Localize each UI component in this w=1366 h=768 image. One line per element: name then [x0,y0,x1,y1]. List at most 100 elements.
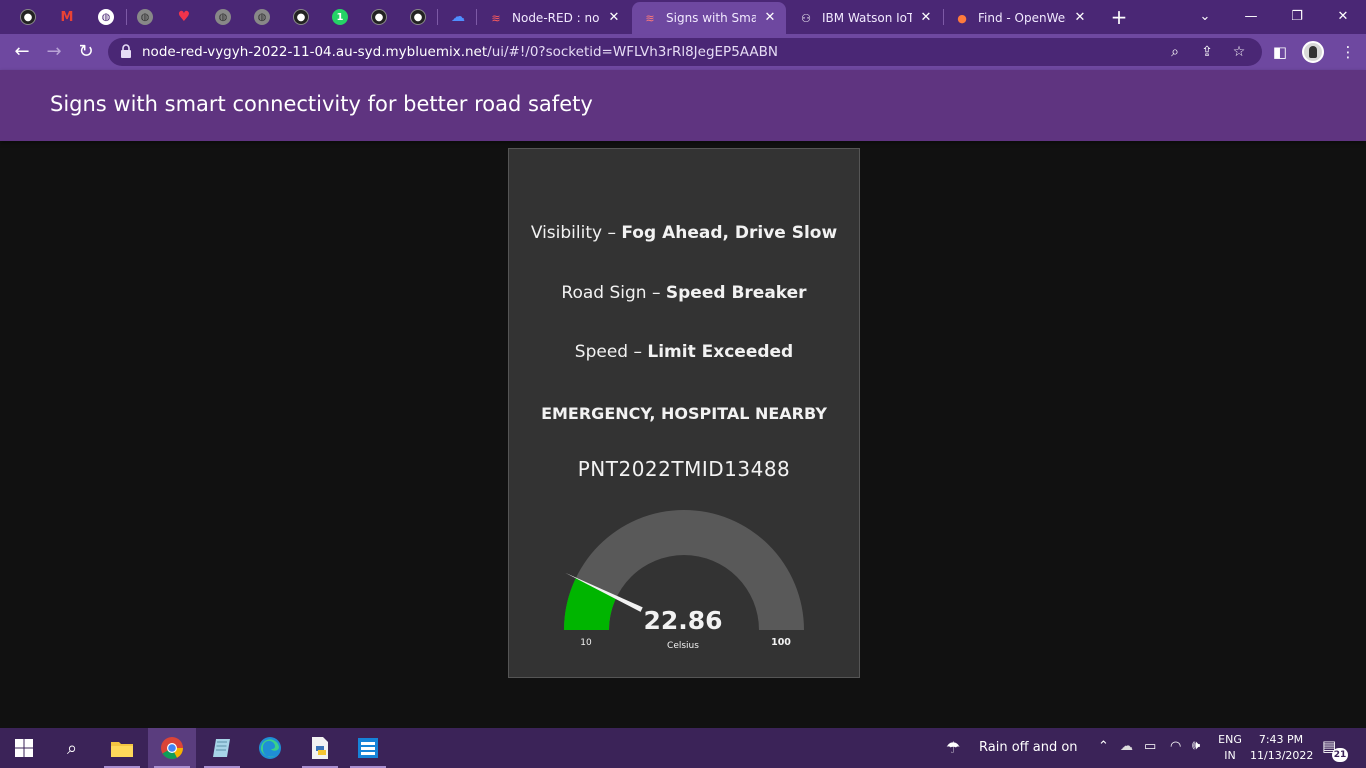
separator: – [651,283,661,303]
pinned-tab-heart[interactable]: ♥ [166,4,202,30]
gauge-max-label: 100 [771,637,791,648]
search-icon[interactable]: ⌕ [48,728,96,768]
dashboard-icon: ≋ [645,11,655,25]
tab-separator [437,9,438,25]
visibility-text: Visibility – Fog Ahead, Drive Slow [509,223,859,243]
close-tab-icon[interactable]: ✕ [762,10,778,26]
pinned-tab-web-3[interactable]: ◍ [205,4,241,30]
github-icon: ● [20,9,36,25]
tab-search-icon[interactable]: ⌄ [1182,0,1228,32]
device-id-text: PNT2022TMID13488 [577,457,791,481]
url-text: node-red-vygyh-2022-11-04.au-syd.mybluem… [142,44,778,60]
language-bottom[interactable]: IN [1216,749,1244,762]
emergency-text: EMERGENCY, HOSPITAL NEARBY [541,404,827,423]
back-icon[interactable]: ← [10,40,34,64]
tab-ibm-watson[interactable]: ⚇ IBM Watson IoT Platform ✕ [788,2,942,34]
gmail-icon: M [60,9,74,25]
temperature-gauge: 22.86 Celsius 10 100 [564,510,804,651]
chrome-icon[interactable] [148,728,196,768]
menu-kebab-icon[interactable]: ⋮ [1338,42,1358,62]
bookmark-star-icon[interactable]: ☆ [1230,43,1248,61]
url-host: node-red-vygyh-2022-11-04.au-syd.mybluem… [142,44,488,60]
github-icon: ● [410,9,426,25]
close-tab-icon[interactable]: ✕ [918,10,934,26]
pinned-tab-gmail[interactable]: M [49,4,85,30]
watson-iot-icon: ⚇ [801,11,811,25]
gauge-min-label: 10 [580,638,592,648]
close-tab-icon[interactable]: ✕ [606,10,622,26]
close-tab-icon[interactable]: ✕ [1072,10,1088,26]
zoom-icon[interactable]: ⌕ [1166,43,1184,61]
chevron-up-icon[interactable]: ⌃ [1098,739,1109,754]
tab-openweather[interactable]: ● Find - OpenWeatherMap ✕ [944,2,1096,34]
pinned-tab-github-4[interactable]: ● [400,4,436,30]
openweather-icon: ● [957,11,967,25]
pinned-tab-github[interactable]: ● [10,4,46,30]
road-sign-label: Road Sign [561,283,647,303]
new-tab-icon[interactable]: + [1108,6,1130,28]
globe-icon: ◍ [137,9,153,25]
pinned-tab-web-4[interactable]: ◍ [244,4,280,30]
dashboard-card: Visibility – Fog Ahead, Drive Slow Road … [508,148,860,678]
minimize-icon[interactable]: — [1228,0,1274,32]
tab-separator [476,9,477,25]
python-file-icon[interactable] [296,728,344,768]
windows-logo-icon [15,739,33,757]
pinned-tab-whatsapp[interactable]: 1 [322,4,358,30]
globe-icon: ◍ [254,9,270,25]
road-sign-text: Road Sign – Speed Breaker [509,283,859,303]
edge-icon[interactable] [246,728,294,768]
browser-tab-strip: ● M ◍ ◍ ♥ ◍ ◍ ● 1 ● ● ☁ ≋ Node-RED : nod… [0,0,1366,34]
close-window-icon[interactable]: ✕ [1320,0,1366,32]
github-icon: ● [293,9,309,25]
url-path: /ui/#!/0?socketid=WFLVh3rRl8JegEP5AABN [487,44,778,60]
pinned-tab-github-2[interactable]: ● [283,4,319,30]
speed-value: Limit Exceeded [647,342,794,362]
visibility-label: Visibility [530,223,603,243]
forward-icon[interactable]: → [42,40,66,64]
restore-icon[interactable]: ❐ [1274,0,1320,32]
speed-text: Speed – Limit Exceeded [509,342,859,362]
cloud-sync-icon[interactable]: ☁ [1120,739,1133,754]
share-icon[interactable]: ⇪ [1198,43,1216,61]
store-app-icon[interactable] [344,728,392,768]
separator: – [633,342,642,362]
tab-signs-with-smart[interactable]: ≋ Signs with Smart connectivity ✕ [632,2,786,34]
visibility-value: Fog Ahead, Drive Slow [621,223,838,243]
wifi-icon[interactable]: ◠ [1170,739,1181,754]
browser-toolbar: ← → ↻ node-red-vygyh-2022-11-04.au-syd.m… [0,34,1366,70]
heart-icon: ♥ [177,9,191,25]
road-sign-value: Speed Breaker [665,283,807,303]
node-red-icon: ≋ [491,11,501,25]
pinned-tab-web[interactable]: ◍ [88,4,124,30]
dashboard-header: Signs with smart connectivity for better… [0,70,1366,141]
tab-title: Node-RED : node-red-vygyh-2022-11-04 [512,11,600,25]
pinned-tab-ibm[interactable]: ☁ [440,4,476,30]
pinned-tab-github-3[interactable]: ● [361,4,397,30]
start-button[interactable] [0,728,48,768]
volume-icon[interactable]: 🕪 [1192,738,1200,753]
address-bar[interactable]: node-red-vygyh-2022-11-04.au-syd.mybluem… [108,38,1262,66]
clock-time[interactable]: 7:43 PM [1250,733,1312,746]
file-explorer-icon[interactable] [98,728,146,768]
gauge-value: 22.86 [643,606,722,635]
tab-node-red[interactable]: ≋ Node-RED : node-red-vygyh-2022-11-04 ✕ [478,2,630,34]
whatsapp-icon: 1 [332,9,348,25]
weather-text[interactable]: Rain off and on [979,740,1078,755]
notes-app-icon[interactable] [198,728,246,768]
battery-icon[interactable]: ▭ [1144,739,1156,754]
globe-icon: ◍ [215,9,231,25]
profile-avatar[interactable] [1302,41,1324,63]
notification-badge: 21 [1332,748,1348,762]
tab-title: Find - OpenWeatherMap [978,11,1066,25]
pinned-tab-web-2[interactable]: ◍ [127,4,163,30]
github-icon: ● [371,9,387,25]
side-panel-icon[interactable]: ◧ [1270,42,1290,62]
lock-icon[interactable] [120,44,132,58]
reload-icon[interactable]: ↻ [74,40,98,64]
separator: – [607,223,616,243]
windows-taskbar: ⌕ ☂ Rain off and on ⌃ ☁ ▭ ◠ 🕪 ENG IN 7:4… [0,728,1366,768]
clock-date[interactable]: 11/13/2022 [1250,749,1313,762]
language-top[interactable]: ENG [1216,733,1244,746]
rain-umbrella-icon[interactable]: ☂ [946,738,960,757]
